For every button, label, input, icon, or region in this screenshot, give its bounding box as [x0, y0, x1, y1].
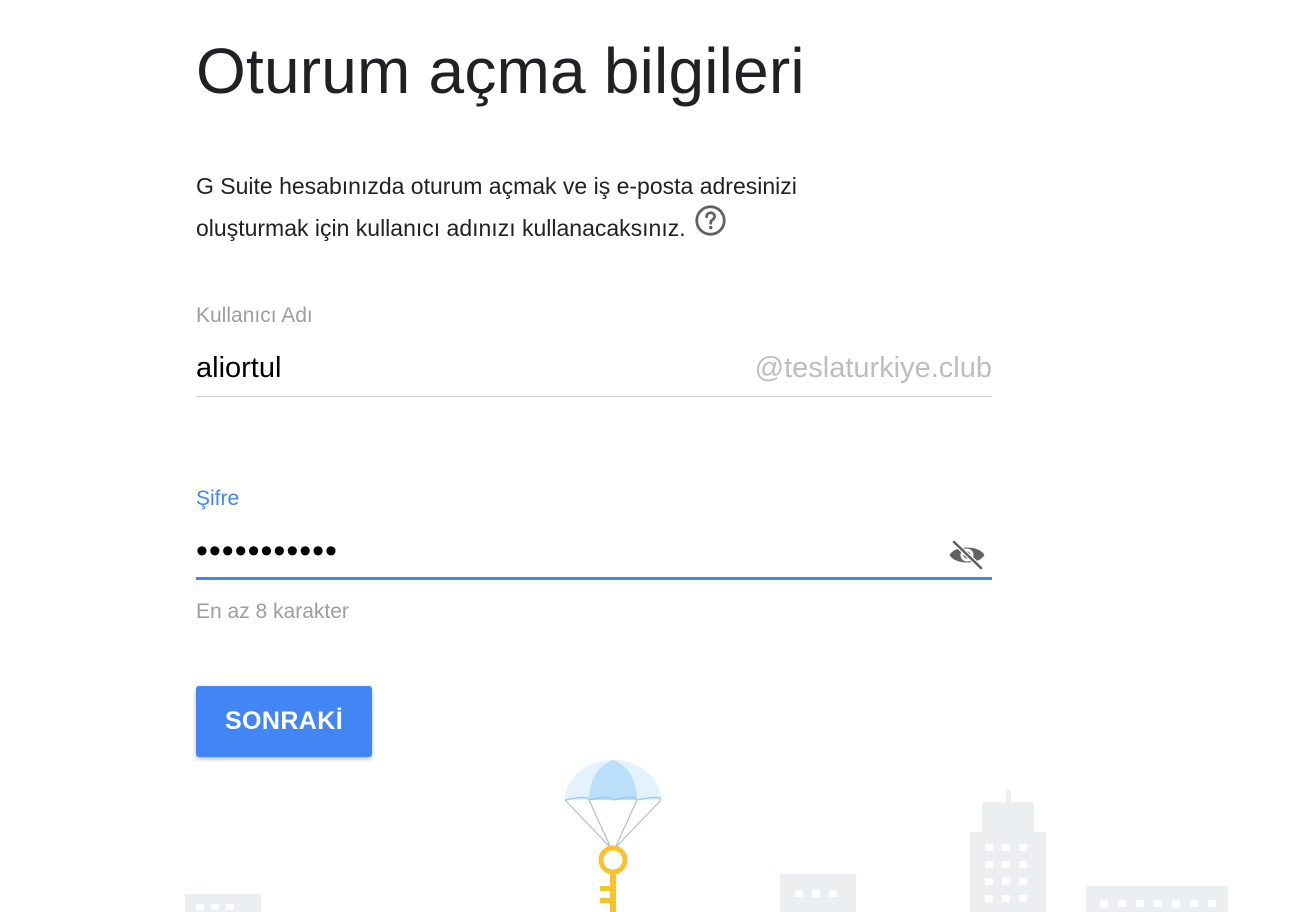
domain-suffix: @teslaturkiye.club	[754, 352, 992, 384]
password-label: Şifre	[196, 487, 240, 510]
building-right	[1086, 886, 1228, 912]
page: Oturum açma bilgileri G Suite hesabınızd…	[0, 0, 1296, 912]
parachute-key-illustration	[185, 760, 1228, 912]
description-line-2: oluşturmak için kullanıcı adınızı kullan…	[196, 204, 916, 253]
description: G Suite hesabınızda oturum açmak ve iş e…	[196, 166, 916, 253]
password-input[interactable]: •••••••••••	[196, 532, 338, 571]
key	[598, 845, 628, 912]
next-button[interactable]: SONRAKİ	[196, 686, 372, 757]
building-left-windows	[196, 904, 234, 910]
building-middle-windows	[795, 890, 837, 897]
description-line-2-text: oluşturmak için kullanıcı adınızı kullan…	[196, 215, 686, 242]
help-circle-icon[interactable]	[694, 204, 727, 250]
username-input[interactable]: aliortul	[196, 352, 281, 385]
password-underline	[196, 577, 992, 580]
description-line-1: G Suite hesabınızda oturum açmak ve iş e…	[196, 173, 797, 199]
password-hint: En az 8 karakter	[196, 600, 349, 623]
username-underline	[196, 396, 992, 397]
username-label: Kullanıcı Adı	[196, 304, 313, 327]
parachute	[564, 760, 662, 847]
page-title: Oturum açma bilgileri	[196, 35, 805, 107]
visibility-off-icon[interactable]	[948, 539, 986, 571]
